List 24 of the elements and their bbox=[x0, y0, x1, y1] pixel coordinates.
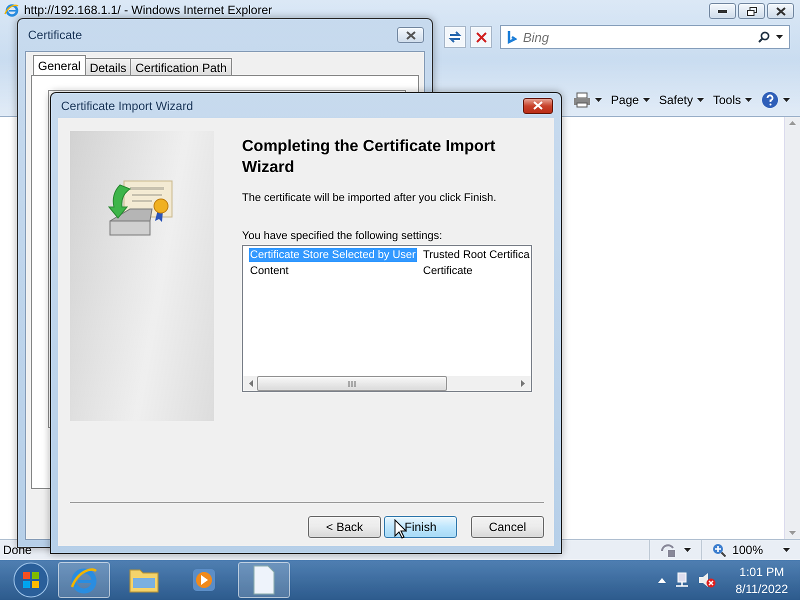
message-text: The certificate will be imported after you click Finish. bbox=[242, 192, 498, 204]
wizard-heading: Completing the Certificate Import Wizard bbox=[242, 137, 496, 178]
dialog-button[interactable]: Cancel bbox=[471, 516, 544, 538]
setting-value: Trusted Root Certifica bbox=[423, 248, 530, 262]
tab[interactable]: Certification Path bbox=[130, 58, 232, 75]
settings-list[interactable]: Certificate Store Selected by User Trusted Root Certifica Content Certificate bbox=[242, 245, 532, 392]
clock-time: 1:01 PM bbox=[739, 564, 784, 578]
settings-label: You have specified the following settings: bbox=[242, 230, 444, 242]
menu-button[interactable]: Safety bbox=[656, 91, 706, 109]
dialog-title: Certificate bbox=[28, 28, 84, 42]
dialog-button[interactable]: < Back bbox=[308, 516, 381, 538]
menu-button[interactable]: Tools bbox=[710, 91, 754, 109]
tab[interactable]: Details bbox=[84, 58, 132, 75]
search-bar[interactable]: Bing bbox=[500, 25, 790, 49]
dialog-button[interactable]: Finish bbox=[384, 516, 457, 538]
dialog-title: Certificate Import Wizard bbox=[61, 98, 194, 112]
clock-date: 8/11/2022 bbox=[736, 582, 788, 596]
search-field[interactable]: Bing bbox=[523, 30, 752, 44]
tab[interactable]: General bbox=[33, 55, 86, 75]
setting-name[interactable]: Content bbox=[249, 264, 417, 278]
status-text: Done bbox=[2, 543, 33, 557]
menu-button[interactable]: Page bbox=[608, 91, 652, 109]
setting-value: Certificate bbox=[423, 264, 473, 278]
window-title: http://192.168.1.1/ - Windows Internet Explorer bbox=[24, 3, 274, 17]
